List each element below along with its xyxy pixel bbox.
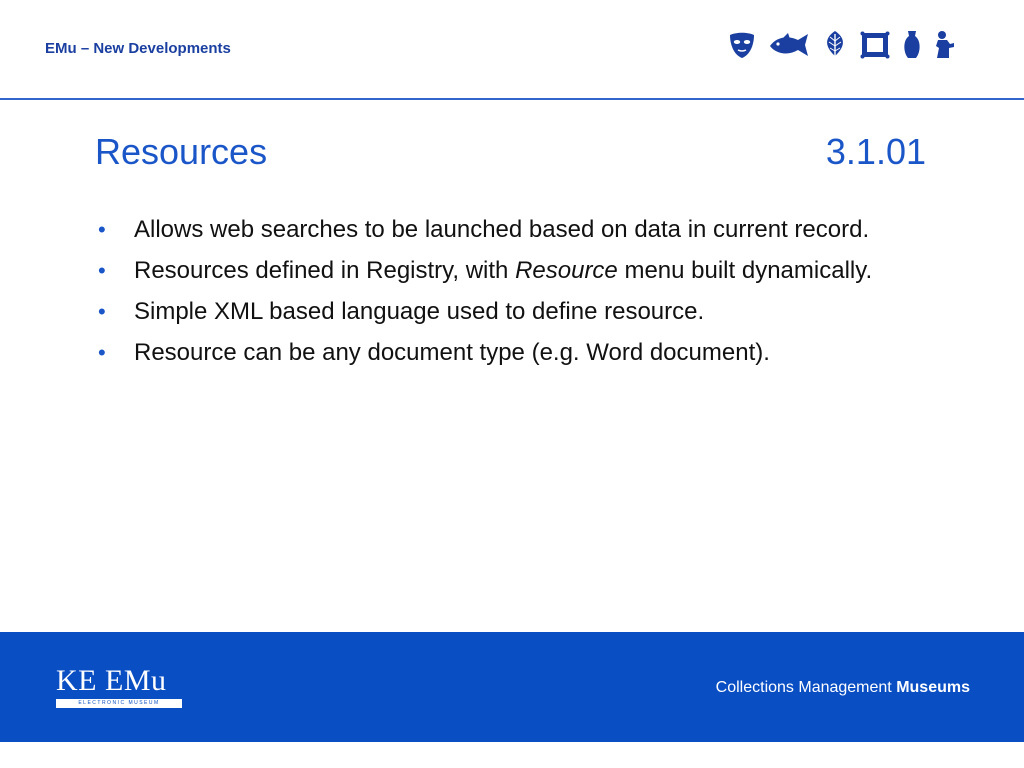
bullet-marker: • xyxy=(98,340,106,365)
statue-icon xyxy=(936,31,954,58)
ke-emu-logo: KE EMu ELECTRONIC MUSEUM xyxy=(56,666,182,708)
bullet-text-pre: Resources defined in Registry, with xyxy=(134,257,516,284)
bullet-item: • Resources defined in Registry, with Re… xyxy=(96,253,926,288)
bottom-strip xyxy=(0,742,1024,768)
leaf-icon xyxy=(827,31,843,59)
bullet-marker: • xyxy=(98,217,106,242)
bullet-text: Simple XML based language used to define… xyxy=(134,298,705,325)
tagline-bold: Museums xyxy=(896,679,970,696)
bullet-marker: • xyxy=(98,258,106,283)
bullet-item: • Resource can be any document type (e.g… xyxy=(96,335,926,370)
vase-icon xyxy=(904,31,920,58)
bullet-text: Resource can be any document type (e.g. … xyxy=(134,339,770,366)
footer-tagline: Collections Management Museums xyxy=(716,679,970,697)
tagline-regular: Collections Management xyxy=(715,679,897,696)
bullet-marker: • xyxy=(98,299,106,324)
bullet-text-italic: Resource xyxy=(515,257,618,284)
icon-row xyxy=(728,28,956,62)
bullet-text: Allows web searches to be launched based… xyxy=(134,216,870,243)
header-divider xyxy=(0,98,1024,100)
slide-number: 3.1.01 xyxy=(825,131,926,172)
bullet-item: • Allows web searches to be launched bas… xyxy=(96,212,926,247)
bullet-list: • Allows web searches to be launched bas… xyxy=(96,212,926,376)
logo-text: KE EMu xyxy=(56,664,167,697)
fish-icon xyxy=(770,33,808,56)
logo-subtitle: ELECTRONIC MUSEUM xyxy=(78,700,160,706)
bullet-text-post: menu built dynamically. xyxy=(617,257,873,284)
frame-icon xyxy=(860,31,890,59)
bullet-item: • Simple XML based language used to defi… xyxy=(96,294,926,329)
slide: EMu – New Developments Resources 3.1.01 … xyxy=(0,0,1024,768)
slide-title: Resources xyxy=(95,131,268,172)
header-title: EMu – New Developments xyxy=(45,40,231,57)
mask-icon xyxy=(730,32,754,58)
logo-subtitle-bar: ELECTRONIC MUSEUM xyxy=(56,699,182,708)
footer-band: KE EMu ELECTRONIC MUSEUM Collections Man… xyxy=(0,632,1024,742)
